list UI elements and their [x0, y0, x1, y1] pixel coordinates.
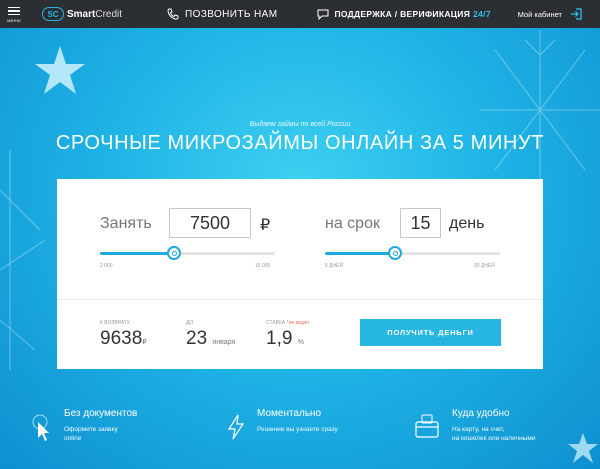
star-decoration-icon: [35, 46, 85, 94]
until-day: 23: [186, 328, 208, 349]
amount-max-label: 15 000: [255, 263, 271, 269]
amount-currency: ₽: [260, 217, 271, 234]
star-decoration-icon: [568, 433, 598, 463]
hero-subtitle: Выдаем займы по всей России: [249, 121, 351, 128]
feature-no-documents: Без документов Оформите заявку online: [64, 408, 137, 443]
feature-desc-line: на кошелек или наличными: [452, 435, 536, 442]
until-caption: ДО: [186, 320, 194, 326]
return-amount: 9638₽: [100, 328, 147, 350]
term-slider-fill: [325, 252, 395, 255]
return-caption: К ВОЗВРАТУ: [100, 320, 130, 326]
rate-caption: СТАВКА *не акция: [266, 320, 309, 326]
snowflake-decoration-icon: [0, 150, 46, 370]
until-date: 23 января: [186, 328, 235, 350]
feature-desc-line: Решение вы узнаете сразу: [257, 426, 338, 433]
cursor-click-icon: [32, 414, 49, 441]
feature-desc-line: Оформите заявку: [64, 426, 118, 433]
menu-button[interactable]: МЕНЮ: [0, 0, 28, 28]
my-account-label: Мой кабинет: [517, 9, 562, 19]
wallet-card-icon: [415, 414, 439, 438]
feature-convenient: Куда удобно На карту, на счет, на кошеле…: [452, 408, 535, 443]
my-account-link[interactable]: Мой кабинет: [518, 8, 582, 20]
logo-name: SmartCredit: [67, 8, 123, 20]
rate: 1,9 %: [266, 328, 304, 350]
amount-slider-handle[interactable]: [167, 246, 182, 260]
term-slider-handle[interactable]: [388, 246, 402, 260]
term-slider[interactable]: [325, 246, 500, 260]
term-label: на срок: [325, 215, 380, 232]
feature-desc-line: online: [64, 435, 82, 442]
amount-min-label: 2 000: [100, 263, 113, 269]
feature-title: Моментально: [257, 408, 322, 419]
get-money-button[interactable]: ПОЛУЧИТЬ ДЕНЬГИ: [360, 319, 501, 346]
snowflake-decoration-icon: [480, 30, 600, 190]
top-navigation-bar: МЕНЮ SC SmartCredit ПОЗВОНИТЬ НАМ ПОДДЕР…: [0, 0, 600, 28]
feature-title: Куда удобно: [452, 408, 510, 419]
term-unit: день: [449, 215, 485, 232]
amount-slider-fill: [100, 252, 175, 255]
support-link[interactable]: ПОДДЕРЖКА / ВЕРИФИКАЦИЯ 24/7: [317, 9, 491, 20]
loan-calculator: Занять 7500 ₽ 2 000 15 000 на срок 15 де…: [57, 179, 543, 369]
phone-icon: [167, 8, 179, 20]
hero-title: СРОЧНЫЕ МИКРОЗАЙМЫ ОНЛАЙН ЗА 5 МИНУТ: [55, 132, 545, 154]
hamburger-icon: [8, 5, 20, 18]
amount-slider[interactable]: [100, 246, 275, 260]
login-icon: [571, 8, 582, 20]
logo[interactable]: SC SmartCredit: [42, 7, 122, 21]
amount-label: Занять: [100, 215, 152, 232]
logo-badge: SC: [42, 7, 64, 21]
chat-bubble-icon: [317, 9, 329, 20]
until-month: января: [212, 339, 236, 346]
rate-unit: %: [297, 339, 304, 346]
support-hours: 24/7: [473, 9, 491, 19]
term-input[interactable]: 15: [400, 208, 441, 238]
rate-note: *не акция: [286, 320, 309, 326]
lightning-icon: [227, 414, 245, 440]
return-currency: ₽: [142, 339, 147, 346]
rate-value: 1,9: [266, 328, 293, 349]
support-label: ПОДДЕРЖКА / ВЕРИФИКАЦИЯ: [334, 9, 471, 19]
calculator-divider: [57, 299, 543, 300]
feature-desc-line: На карту, на счет,: [452, 426, 505, 433]
term-min-label: 5 ДНЕЙ: [325, 263, 344, 269]
call-us-label: ПОЗВОНИТЬ НАМ: [185, 8, 278, 20]
term-max-label: 30 ДНЕЙ: [474, 263, 495, 269]
call-us-link[interactable]: ПОЗВОНИТЬ НАМ: [167, 8, 277, 20]
amount-input[interactable]: 7500: [169, 208, 251, 238]
return-value: 9638: [100, 328, 143, 349]
feature-title: Без документов: [64, 408, 138, 419]
menu-label: МЕНЮ: [7, 18, 21, 24]
feature-instant: Моментально Решение вы узнаете сразу: [257, 408, 338, 434]
